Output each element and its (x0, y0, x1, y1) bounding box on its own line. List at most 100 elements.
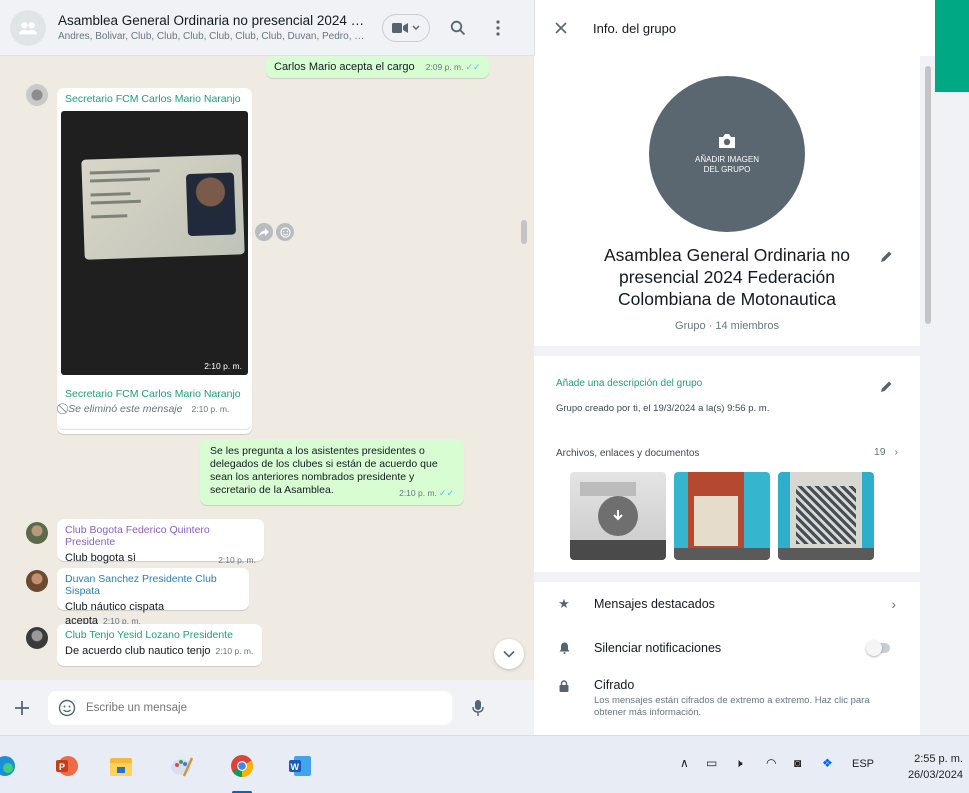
sender-avatar[interactable] (26, 84, 48, 106)
taskbar-word-app[interactable]: W (287, 753, 313, 779)
mute-notifications-row[interactable]: Silenciar notificaciones (534, 626, 920, 670)
info-scrollbar[interactable] (921, 56, 935, 735)
chat-participants: Andres, Bolivar, Club, Club, Club, Club,… (58, 31, 368, 42)
wifi-icon[interactable]: ◠ (766, 756, 776, 770)
taskbar-edge-app[interactable] (0, 753, 18, 779)
close-button[interactable] (551, 18, 571, 38)
mute-notifications-label: Silenciar notificaciones (594, 641, 722, 655)
group-profile-section: AÑADIR IMAGEN DEL GRUPO Asamblea General… (534, 56, 920, 346)
emoji-icon[interactable] (58, 699, 76, 717)
double-check-icon: ✓✓ (465, 62, 481, 72)
group-name: Asamblea General Ordinaria no presencial… (603, 245, 851, 309)
forward-button[interactable] (255, 223, 273, 241)
files-links-docs-label[interactable]: Archivos, enlaces y documentos (556, 448, 699, 459)
media-thumbnail-image[interactable] (778, 472, 874, 560)
tray-device-icon[interactable]: ▭ (706, 756, 717, 770)
chat-header-text[interactable]: Asamblea General Ordinaria no presencial… (58, 13, 368, 42)
message-deleted[interactable]: Secretario FCM Carlos Mario Naranjo ⃠ Se… (57, 383, 252, 429)
paint-palette-icon (171, 757, 194, 777)
microphone-icon (472, 699, 484, 716)
forward-icon (259, 228, 269, 237)
camera-tray-icon[interactable]: ◙ (794, 756, 801, 770)
message-sender: Secretario FCM Carlos Mario Naranjo (65, 93, 241, 105)
language-indicator[interactable]: ESP (852, 758, 874, 770)
taskbar-file-explorer-app[interactable] (108, 753, 134, 779)
menu-button[interactable] (486, 16, 510, 40)
tray-chevron-up-icon[interactable]: ∧ (680, 756, 689, 770)
clock-time: 2:55 p. m. (914, 753, 963, 765)
group-options-section: ★ Mensajes destacados › Silenciar notifi… (534, 582, 920, 735)
message-incoming[interactable]: Club Tenjo Yesid Lozano Presidente De ac… (57, 624, 262, 666)
plus-icon (15, 700, 29, 715)
search-button[interactable] (446, 16, 470, 40)
taskbar-chrome-app[interactable] (229, 753, 255, 779)
taskbar-powerpoint-app[interactable]: P (53, 753, 79, 779)
info-title: Info. del grupo (593, 20, 677, 36)
voice-message-button[interactable] (468, 698, 488, 718)
edit-name-button[interactable] (878, 248, 894, 264)
sender-avatar[interactable] (26, 627, 48, 649)
files-count-value: 19 (873, 446, 886, 458)
starred-messages-label: Mensajes destacados (594, 597, 715, 611)
group-description-section: Añade una descripción del grupo Grupo cr… (534, 356, 920, 572)
dropbox-icon[interactable]: ❖ (822, 756, 833, 770)
message-text: Carlos Mario acepta el cargo (274, 61, 415, 73)
attach-button[interactable] (12, 698, 32, 718)
pencil-icon (880, 381, 891, 392)
sender-avatar[interactable] (26, 570, 48, 592)
download-icon (613, 510, 623, 521)
group-info-panel: Info. del grupo AÑADIR IMAGEN DEL GRUPO … (534, 0, 935, 735)
camera-icon (719, 134, 735, 148)
starred-messages-row[interactable]: ★ Mensajes destacados › (534, 582, 920, 626)
group-icon (18, 21, 38, 34)
volume-muted-icon[interactable]: 🕨 (735, 756, 743, 771)
add-group-image-label: AÑADIR IMAGEN DEL GRUPO (694, 155, 759, 174)
react-button[interactable] (276, 223, 294, 241)
video-call-button[interactable] (382, 13, 430, 42)
chat-scrollbar[interactable] (521, 220, 527, 244)
sender-avatar[interactable] (26, 522, 48, 544)
message-time: 2:10 p. m. (218, 555, 256, 565)
media-thumbnail-document[interactable] (570, 472, 666, 560)
taskbar-paint-app[interactable] (169, 753, 195, 779)
powerpoint-icon: P (56, 756, 78, 776)
message-text: Se eliminó este mensaje (68, 403, 183, 415)
message-time: 2:10 p. m. (204, 361, 242, 371)
teal-header-strip (935, 0, 969, 92)
windows-taskbar: P W ∧ ▭ 🕨 ◠ ◙ ❖ ESP 2:55 p. m. 26/03/202… (0, 735, 969, 793)
group-avatar[interactable] (10, 9, 46, 46)
message-incoming[interactable]: Club Bogota Federico Quintero Presidente… (57, 519, 264, 565)
mute-toggle[interactable] (866, 640, 890, 656)
add-group-image-button[interactable]: AÑADIR IMAGEN DEL GRUPO (649, 76, 805, 232)
chevron-right-icon: › (894, 446, 899, 458)
edit-description-button[interactable] (878, 378, 894, 394)
clock-date: 26/03/2024 (907, 769, 963, 781)
info-header: Info. del grupo (534, 0, 935, 56)
encryption-description: Los mensajes están cifrados de extremo a… (594, 695, 870, 718)
media-thumbnail-image[interactable] (674, 472, 770, 560)
message-sender: Duvan Sanchez Presidente Club Sispata (65, 573, 217, 597)
chat-header[interactable]: Asamblea General Ordinaria no presencial… (0, 0, 534, 56)
scroll-to-bottom-button[interactable] (494, 639, 524, 669)
encryption-row[interactable]: Cifrado Los mensajes están cifrados de e… (534, 678, 920, 734)
chat-title: Asamblea General Ordinaria no presencial… (58, 13, 368, 28)
chrome-icon (231, 755, 253, 777)
background-window-edge (935, 0, 969, 735)
message-text: De acuerdo club nautico tenjo (65, 645, 211, 657)
message-outgoing[interactable]: Carlos Mario acepta el cargo 2:09 p. m. ✓… (266, 56, 489, 78)
double-check-icon: ✓✓ (438, 488, 454, 498)
encryption-title: Cifrado (594, 678, 635, 692)
files-count[interactable]: 19 › (874, 446, 898, 458)
chevron-right-icon: › (891, 596, 896, 612)
message-input[interactable] (86, 701, 426, 714)
message-incoming[interactable]: Duvan Sanchez Presidente Club Sispata Cl… (57, 568, 249, 627)
add-description-link[interactable]: Añade una descripción del grupo (556, 378, 702, 389)
message-outgoing[interactable]: Se les pregunta a los asistentes preside… (200, 439, 464, 505)
more-vertical-icon (496, 19, 500, 36)
info-scrollbar-thumb[interactable] (925, 66, 931, 324)
message-input-box[interactable] (48, 690, 452, 725)
id-card-photo[interactable]: 2:10 p. m. (61, 111, 248, 375)
chevron-down-icon (412, 25, 420, 30)
taskbar-clock[interactable]: 2:55 p. m. 26/03/2024 (908, 751, 963, 783)
word-icon: W (289, 756, 311, 776)
